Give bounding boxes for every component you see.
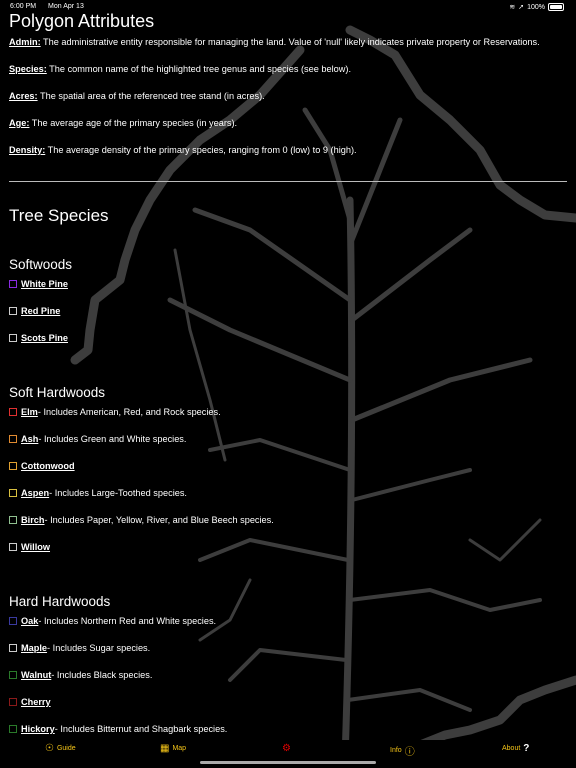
tab-label: Info: [390, 747, 402, 754]
species-color-swatch: [9, 408, 17, 416]
tab-map[interactable]: ▦ Map: [160, 743, 186, 754]
species-willow[interactable]: Willow: [9, 542, 50, 552]
species-desc: - Includes Sugar species.: [47, 643, 151, 653]
species-name[interactable]: Walnut: [21, 670, 51, 680]
species-hickory[interactable]: Hickory - Includes Bitternut and Shagbar…: [9, 724, 227, 734]
species-aspen[interactable]: Aspen - Includes Large-Toothed species.: [9, 488, 187, 498]
species-name[interactable]: Maple: [21, 643, 47, 653]
wifi-icon: ≋: [509, 4, 516, 11]
attribute-species: Species: The common name of the highligh…: [9, 64, 351, 74]
battery-percent: 100%: [527, 3, 545, 11]
attribute-acres: Acres: The spatial area of the reference…: [9, 91, 265, 101]
tab-label: About: [502, 745, 521, 752]
species-maple[interactable]: Maple - Includes Sugar species.: [9, 643, 150, 653]
attribute-desc: The common name of the highlighted tree …: [46, 64, 352, 74]
species-cottonwood[interactable]: Cottonwood: [9, 461, 75, 471]
home-indicator: [200, 761, 376, 764]
attribute-density: Density: The average density of the prim…: [9, 145, 357, 155]
tab-label: Guide: [56, 745, 76, 752]
attribute-term: Density:: [9, 145, 46, 155]
species-color-swatch: [9, 698, 17, 706]
species-desc: - Includes Northern Red and White specie…: [38, 616, 217, 626]
species-color-swatch: [9, 543, 17, 551]
attribute-desc: The average age of the primary species (…: [29, 118, 238, 128]
species-name[interactable]: Scots Pine: [21, 333, 68, 343]
gear-icon: ⚙: [282, 743, 291, 754]
species-white-pine[interactable]: White Pine: [9, 279, 68, 289]
species-color-swatch: [9, 725, 17, 733]
map-icon: ▦: [160, 743, 170, 754]
species-oak[interactable]: Oak - Includes Northern Red and White sp…: [9, 616, 216, 626]
location-icon: ➚: [518, 4, 525, 11]
compass-icon: ☉: [45, 743, 54, 754]
attribute-desc: The average density of the primary speci…: [45, 145, 357, 155]
species-ash[interactable]: Ash - Includes Green and White species.: [9, 434, 186, 444]
attribute-desc: The spatial area of the referenced tree …: [37, 91, 265, 101]
status-bar: 6:00 PM Mon Apr 13 ≋ ➚ 100%: [0, 0, 576, 14]
species-name[interactable]: Ash: [21, 434, 38, 444]
species-desc: - Includes Bitternut and Shagbark specie…: [54, 724, 228, 734]
species-name[interactable]: Cherry: [21, 697, 51, 707]
status-time: 6:00 PM: [10, 3, 37, 10]
species-name[interactable]: Oak: [21, 616, 38, 626]
species-scots-pine[interactable]: Scots Pine: [9, 333, 68, 343]
tab-info[interactable]: Info ⓘ: [390, 743, 415, 758]
species-desc: - Includes Black species.: [51, 670, 153, 680]
species-color-swatch: [9, 307, 17, 315]
attribute-age: Age: The average age of the primary spec…: [9, 118, 237, 128]
species-color-swatch: [9, 489, 17, 497]
status-right: ≋ ➚ 100%: [509, 3, 564, 11]
species-name[interactable]: White Pine: [21, 279, 68, 289]
tab-guide[interactable]: ☉ Guide: [45, 743, 76, 754]
attribute-term: Acres:: [9, 91, 38, 101]
species-name[interactable]: Elm: [21, 407, 38, 417]
question-icon: ?: [523, 743, 530, 754]
species-desc: - Includes Large-Toothed species.: [49, 488, 187, 498]
attribute-term: Admin:: [9, 37, 41, 47]
species-desc: - Includes Paper, Yellow, River, and Blu…: [44, 515, 274, 525]
species-color-swatch: [9, 435, 17, 443]
section-divider: [9, 181, 567, 182]
tab-about[interactable]: About?: [502, 743, 529, 754]
species-name[interactable]: Hickory: [21, 724, 55, 734]
species-color-swatch: [9, 671, 17, 679]
species-color-swatch: [9, 617, 17, 625]
status-left: 6:00 PM Mon Apr 13: [10, 3, 94, 10]
species-desc: - Includes Green and White species.: [38, 434, 187, 444]
species-name[interactable]: Aspen: [21, 488, 49, 498]
group-title-softwoods: Softwoods: [9, 257, 73, 272]
species-name[interactable]: Birch: [21, 515, 45, 525]
tree-species-title: Tree Species: [9, 206, 109, 225]
info-icon: ⓘ: [404, 747, 415, 758]
species-name[interactable]: Red Pine: [21, 306, 60, 316]
species-desc: - Includes American, Red, and Rock speci…: [37, 407, 221, 417]
battery-icon: [548, 3, 564, 11]
species-color-swatch: [9, 516, 17, 524]
attribute-desc: The administrative entity responsible fo…: [40, 37, 540, 47]
species-walnut[interactable]: Walnut - Includes Black species.: [9, 670, 152, 680]
attribute-term: Species:: [9, 64, 47, 74]
species-color-swatch: [9, 280, 17, 288]
attribute-term: Age:: [9, 118, 30, 128]
species-cherry[interactable]: Cherry: [9, 697, 51, 707]
group-title-soft-hardwoods: Soft Hardwoods: [9, 385, 106, 400]
status-date: Mon Apr 13: [48, 3, 84, 10]
species-elm[interactable]: Elm - Includes American, Red, and Rock s…: [9, 407, 221, 417]
attribute-admin: Admin: The administrative entity respons…: [9, 37, 540, 47]
species-color-swatch: [9, 334, 17, 342]
species-birch[interactable]: Birch - Includes Paper, Yellow, River, a…: [9, 515, 274, 525]
species-name[interactable]: Cottonwood: [21, 461, 75, 471]
tab-label: Map: [172, 745, 187, 752]
species-color-swatch: [9, 462, 17, 470]
group-title-hard-hardwoods: Hard Hardwoods: [9, 594, 111, 609]
species-name[interactable]: Willow: [21, 542, 50, 552]
tab-settings[interactable]: ⚙: [282, 743, 294, 754]
species-red-pine[interactable]: Red Pine: [9, 306, 60, 316]
species-color-swatch: [9, 644, 17, 652]
